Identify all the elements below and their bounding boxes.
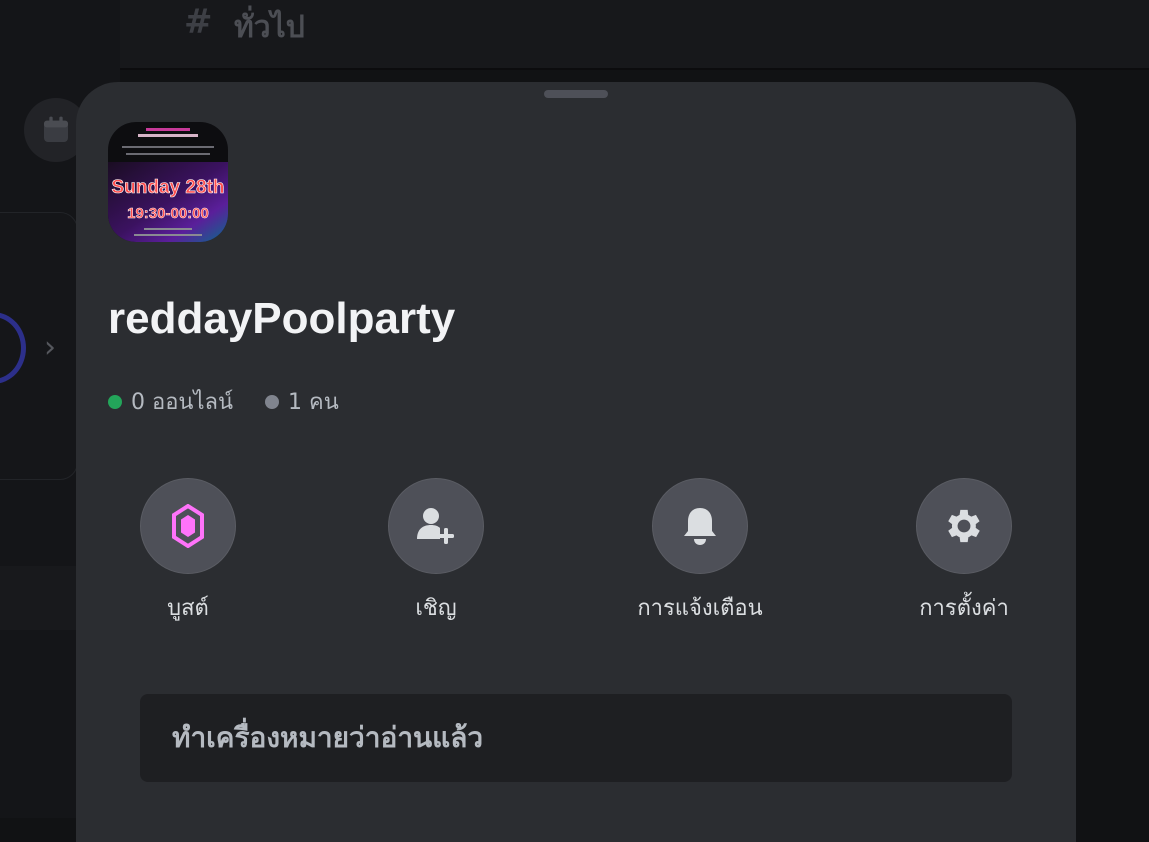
chevron-right-icon: › (44, 330, 56, 365)
boost-action[interactable]: บูสต์ (88, 478, 288, 625)
calendar-icon (40, 114, 72, 146)
mark-as-read-button[interactable]: ทำเครื่องหมายว่าอ่านแล้ว (140, 694, 1012, 782)
settings-label: การตั้งค่า (864, 590, 1064, 625)
mark-as-read-label: ทำเครื่องหมายว่าอ่านแล้ว (172, 716, 483, 760)
channel-name: ทั่วไป (234, 4, 305, 51)
channel-hash-icon: # (184, 2, 213, 42)
online-stat: 0 ออนไลน์ (108, 384, 233, 419)
invite-button[interactable] (388, 478, 484, 574)
server-bottom-sheet: Sunday 28th 19:30-00:00 reddayPoolparty … (76, 82, 1076, 842)
boost-label: บูสต์ (88, 590, 288, 625)
icon-text-date: Sunday 28th (112, 177, 225, 198)
invite-action[interactable]: เชิญ (336, 478, 536, 625)
notifications-action[interactable]: การแจ้งเตือน (600, 478, 800, 625)
notifications-label: การแจ้งเตือน (600, 590, 800, 625)
online-count: 0 ออนไลน์ (131, 384, 233, 419)
online-dot (108, 395, 122, 409)
gear-icon (942, 504, 986, 548)
member-dot (265, 395, 279, 409)
member-count: 1 คน (288, 384, 339, 419)
icon-text-time: 19:30-00:00 (127, 205, 209, 222)
server-stats: 0 ออนไลน์ 1 คน (108, 384, 371, 419)
drag-handle[interactable] (544, 90, 608, 98)
invite-label: เชิญ (336, 590, 536, 625)
bell-icon (680, 505, 720, 547)
member-stat: 1 คน (265, 384, 339, 419)
settings-action[interactable]: การตั้งค่า (864, 478, 1064, 625)
settings-button[interactable] (916, 478, 1012, 574)
server-name: reddayPoolparty (108, 294, 455, 344)
notifications-button[interactable] (652, 478, 748, 574)
add-user-icon (413, 503, 459, 549)
server-icon: Sunday 28th 19:30-00:00 (108, 122, 228, 242)
boost-gem-icon (171, 504, 205, 548)
boost-button[interactable] (140, 478, 236, 574)
